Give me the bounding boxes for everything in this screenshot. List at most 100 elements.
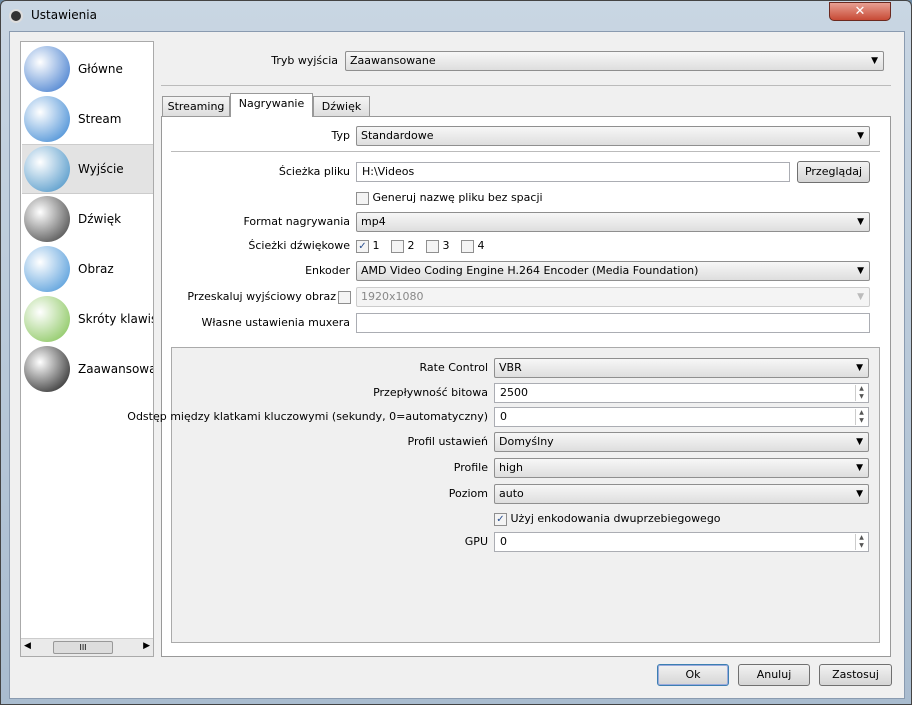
scroll-thumb[interactable]: III — [53, 641, 113, 654]
sidebar-item-label: Obraz — [78, 262, 114, 276]
scroll-right-arrow[interactable]: ▶ — [143, 641, 150, 651]
chevron-down-icon: ▼ — [856, 489, 863, 499]
sidebar-item-0[interactable]: Główne — [22, 44, 153, 94]
track-label: 4 — [477, 239, 485, 252]
keyint-spinbox[interactable]: 0 ▲ ▼ — [494, 407, 869, 427]
format-select[interactable]: mp4 ▼ — [356, 212, 870, 232]
track-label: 1 — [372, 239, 380, 252]
tab-streaming[interactable]: Streaming — [162, 96, 230, 117]
track-label: 3 — [442, 239, 450, 252]
gears-icon — [24, 346, 70, 392]
sidebar-item-6[interactable]: Zaawansowane — [22, 344, 153, 394]
gpu-label: GPU — [464, 535, 488, 548]
bitrate-spinbox[interactable]: 2500 ▲ ▼ — [494, 383, 869, 403]
sidebar-item-3[interactable]: Dźwięk — [22, 194, 153, 244]
sidebar-item-label: Wyjście — [78, 162, 124, 176]
chevron-down-icon: ▼ — [856, 363, 863, 373]
path-input[interactable]: H:\Videos — [356, 162, 790, 182]
muxer-input[interactable] — [356, 313, 870, 333]
keyint-value: 0 — [500, 410, 507, 423]
encoder-select[interactable]: AMD Video Coding Engine H.264 Encoder (M… — [356, 261, 870, 281]
sidebar-item-1[interactable]: Stream — [22, 94, 153, 144]
track-2-checkbox[interactable]: 2 — [391, 236, 415, 256]
profile-value: high — [499, 461, 523, 474]
chevron-down-icon: ▼ — [857, 217, 864, 227]
gpu-value: 0 — [500, 535, 507, 548]
browse-button[interactable]: Przeglądaj — [797, 161, 870, 183]
checkbox-checked[interactable]: ✓ — [356, 239, 369, 253]
encoder-label: Enkoder — [305, 264, 350, 277]
close-button[interactable]: ✕ — [829, 2, 891, 21]
output-mode-label: Tryb wyjścia — [271, 54, 338, 67]
no-space-checkbox[interactable]: Generuj nazwę pliku bez spacji — [356, 188, 543, 208]
speaker-icon — [24, 196, 70, 242]
level-label: Poziom — [448, 487, 488, 500]
tab-audio[interactable]: Dźwięk — [313, 96, 370, 117]
sidebar-item-label: Dźwięk — [78, 212, 122, 226]
tracks-label: Ścieżki dźwiękowe — [248, 239, 350, 252]
format-label: Format nagrywania — [243, 215, 351, 228]
checkbox-box[interactable] — [391, 239, 404, 253]
two-pass-checkbox[interactable]: ✓ Użyj enkodowania dwuprzebiegowego — [494, 509, 721, 529]
sidebar-horizontal-scrollbar[interactable]: ◀ III ▶ — [21, 638, 153, 656]
spin-arrows-icon[interactable]: ▲ ▼ — [855, 409, 867, 425]
checkbox-box[interactable] — [426, 239, 439, 253]
track-1-checkbox[interactable]: ✓ 1 — [356, 236, 380, 256]
rate-control-label: Rate Control — [419, 361, 488, 374]
type-select[interactable]: Standardowe ▼ — [356, 126, 870, 146]
track-4-checkbox[interactable]: 4 — [461, 236, 485, 256]
checkbox-box[interactable] — [356, 191, 369, 205]
sidebar-item-label: Skróty klawiszowe — [78, 312, 153, 326]
monitor-wrench-icon — [24, 46, 70, 92]
checkbox-box[interactable] — [338, 290, 351, 304]
muxer-label: Własne ustawienia muxera — [201, 316, 350, 329]
ok-button[interactable]: Ok — [657, 664, 729, 686]
preset-label: Profil ustawień — [407, 435, 488, 448]
bitrate-value: 2500 — [500, 386, 528, 399]
apply-button[interactable]: Zastosuj — [819, 664, 892, 686]
sidebar-item-4[interactable]: Obraz — [22, 244, 153, 294]
spin-arrows-icon[interactable]: ▲ ▼ — [855, 534, 867, 550]
keyboard-shortcuts-icon — [24, 296, 70, 342]
type-label: Typ — [331, 129, 351, 142]
globe-network-icon — [24, 96, 70, 142]
obs-app-icon — [9, 9, 23, 23]
sidebar-item-2[interactable]: Wyjście — [22, 144, 153, 194]
chevron-down-icon: ▼ — [856, 437, 863, 447]
sidebar-item-label: Główne — [78, 62, 123, 76]
level-value: auto — [499, 487, 524, 500]
monitor-icon — [24, 246, 70, 292]
chevron-down-icon: ▼ — [857, 131, 864, 141]
scroll-left-arrow[interactable]: ◀ — [24, 641, 31, 651]
cancel-button[interactable]: Anuluj — [738, 664, 810, 686]
no-space-label: Generuj nazwę pliku bez spacji — [372, 191, 543, 204]
sidebar-item-label: Stream — [78, 112, 122, 126]
rate-control-value: VBR — [499, 361, 522, 374]
spin-arrows-icon[interactable]: ▲ ▼ — [855, 385, 867, 401]
output-mode-select[interactable]: Zaawansowane ▼ — [345, 51, 884, 71]
format-value: mp4 — [361, 215, 386, 228]
rate-control-select[interactable]: VBR ▼ — [494, 358, 869, 378]
sidebar-item-5[interactable]: Skróty klawiszowe — [22, 294, 153, 344]
rescale-value: 1920x1080 — [361, 290, 424, 303]
rescale-checkbox[interactable] — [338, 287, 351, 307]
chevron-down-icon: ▼ — [871, 56, 878, 66]
gpu-spinbox[interactable]: 0 ▲ ▼ — [494, 532, 869, 552]
profile-label: Profile — [453, 461, 488, 474]
chevron-down-icon: ▼ — [857, 292, 864, 302]
checkbox-checked[interactable]: ✓ — [494, 512, 507, 526]
chevron-down-icon: ▼ — [856, 463, 863, 473]
profile-select[interactable]: high ▼ — [494, 458, 869, 478]
sidebar-item-label: Zaawansowane — [78, 362, 153, 376]
track-3-checkbox[interactable]: 3 — [426, 236, 450, 256]
level-select[interactable]: auto ▼ — [494, 484, 869, 504]
preset-select[interactable]: Domyślny ▼ — [494, 432, 869, 452]
checkbox-box[interactable] — [461, 239, 474, 253]
keyint-label: Odstęp między klatkami kluczowymi (sekun… — [127, 410, 488, 423]
tab-recording[interactable]: Nagrywanie — [230, 93, 313, 117]
output-mode-value: Zaawansowane — [350, 54, 436, 67]
encoder-value: AMD Video Coding Engine H.264 Encoder (M… — [361, 264, 699, 277]
rescale-select: 1920x1080 ▼ — [356, 287, 870, 307]
preset-value: Domyślny — [499, 435, 554, 448]
track-label: 2 — [407, 239, 415, 252]
